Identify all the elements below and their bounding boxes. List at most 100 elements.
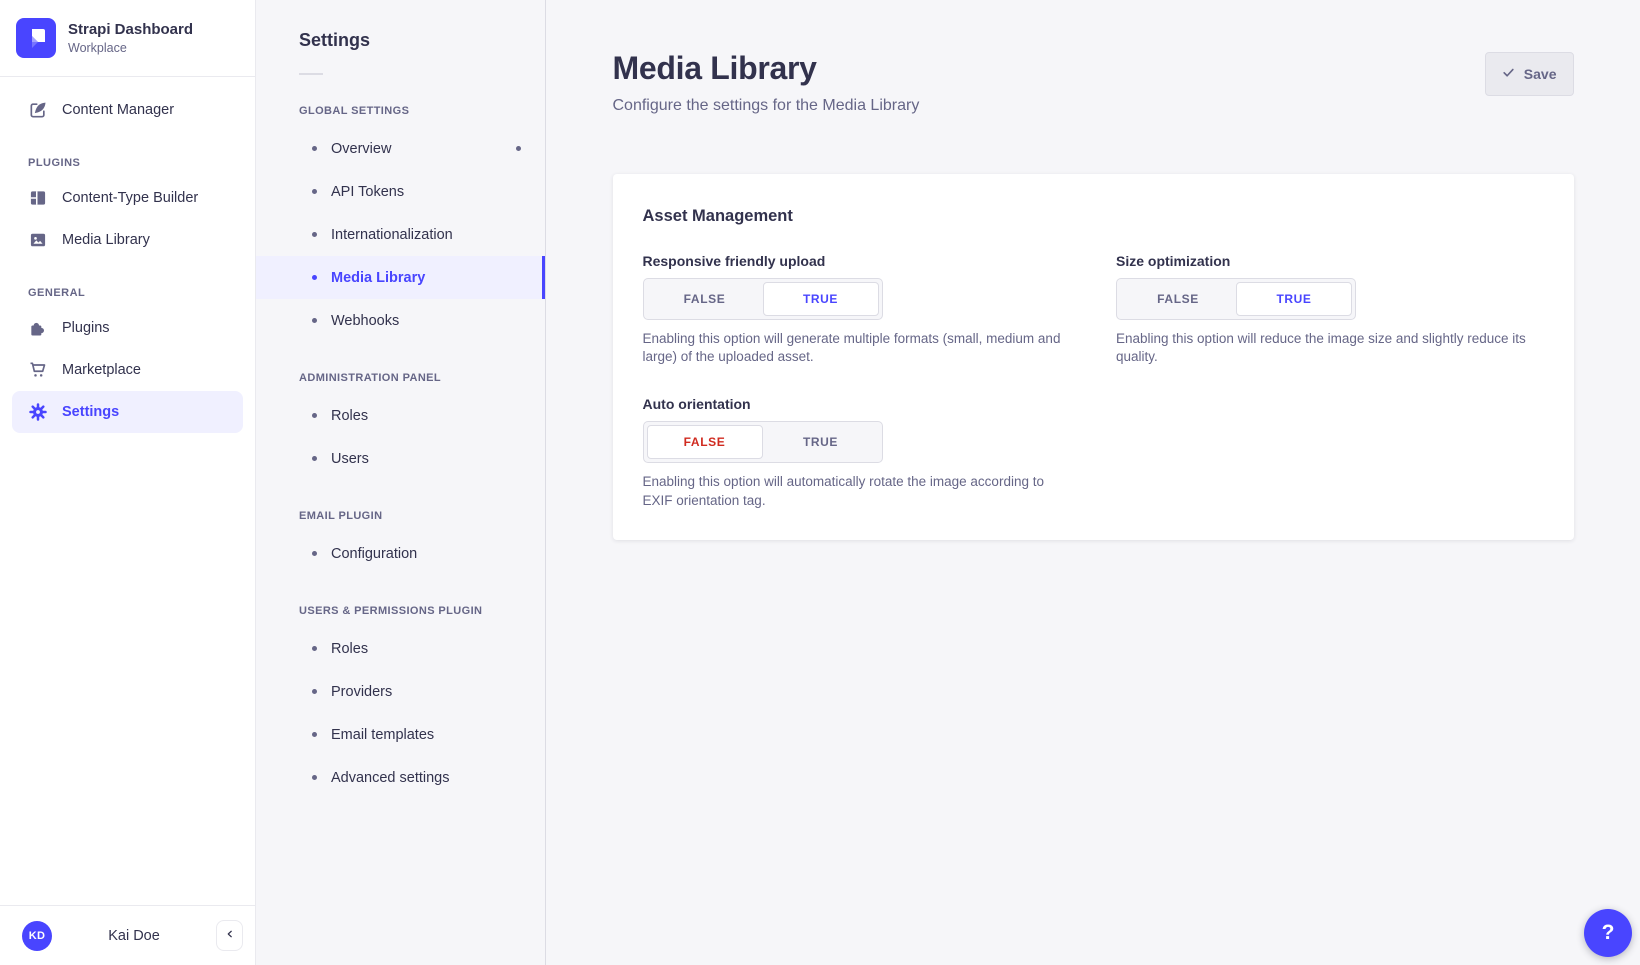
sidebar-nav: Content Manager PLUGINS Content-Type Bui… [0,77,255,905]
sidebar-item-label: Content-Type Builder [62,190,198,206]
subnav-item-label: Overview [331,141,391,157]
sidebar-item-media-library[interactable]: Media Library [0,219,255,261]
toggle-option-true[interactable]: TRUE [763,425,879,459]
sidebar-section-general: GENERAL [28,287,255,299]
subnav-item-providers[interactable]: Providers [256,670,545,713]
asset-management-panel: Asset Management Responsive friendly upl… [613,174,1574,540]
sidebar-item-label: Content Manager [62,102,174,118]
subnav-section-email-plugin: EMAIL PLUGIN [299,510,521,522]
field-hint: Enabling this option will reduce the ima… [1116,330,1536,366]
toggle-option-true[interactable]: TRUE [1236,282,1352,316]
sidebar-item-content-manager[interactable]: Content Manager [0,89,255,131]
question-mark-icon: ? [1602,921,1615,945]
bullet-icon [312,318,317,323]
field-label: Size optimization [1116,253,1544,269]
subnav-item-users[interactable]: Users [256,437,545,480]
cart-icon [28,360,48,380]
subnav-list-administration-panel: Roles Users [256,394,545,480]
subnav-item-internationalization[interactable]: Internationalization [256,213,545,256]
bullet-icon [312,775,317,780]
subnav-item-roles-up[interactable]: Roles [256,627,545,670]
subnav-section-users-permissions-plugin: USERS & PERMISSIONS PLUGIN [299,605,521,617]
feather-edit-icon [28,100,48,120]
panel-title: Asset Management [643,207,1544,226]
subnav-item-label: Webhooks [331,313,399,329]
subnav-item-overview[interactable]: Overview [256,127,545,170]
strapi-logo-icon [16,18,56,58]
subnav-item-label: Users [331,451,369,467]
help-button[interactable]: ? [1584,909,1632,957]
field-hint: Enabling this option will automatically … [643,473,1063,509]
avatar: KD [22,921,52,951]
subnav-item-label: Media Library [331,270,425,286]
subnav-item-media-library[interactable]: Media Library [256,256,545,299]
subnav-item-webhooks[interactable]: Webhooks [256,299,545,342]
subnav-section-global-settings: GLOBAL SETTINGS [299,105,521,117]
toggle-option-false[interactable]: FALSE [1120,282,1236,316]
subnav-item-label: Roles [331,408,368,424]
gear-icon [28,402,48,422]
subnav-item-roles-admin[interactable]: Roles [256,394,545,437]
field-hint: Enabling this option will generate multi… [643,330,1063,366]
bullet-icon [312,456,317,461]
subnav-item-api-tokens[interactable]: API Tokens [256,170,545,213]
bullet-icon [312,551,317,556]
subnav-section-administration-panel: ADMINISTRATION PANEL [299,372,521,384]
image-icon [28,230,48,250]
field-label: Responsive friendly upload [643,253,1071,269]
subnav-item-label: API Tokens [331,184,404,200]
brand-workplace: Workplace [68,41,193,55]
sidebar-item-label: Settings [62,404,119,420]
field-responsive-friendly-upload: Responsive friendly upload FALSE TRUE En… [643,253,1071,366]
subnav-title: Settings [299,30,521,51]
save-button[interactable]: Save [1485,52,1574,96]
subnav-item-label: Email templates [331,727,434,743]
settings-subnav: Settings GLOBAL SETTINGS Overview API To… [256,0,546,965]
sidebar-item-plugins[interactable]: Plugins [0,307,255,349]
subnav-header: Settings [256,0,545,75]
sidebar-item-label: Marketplace [62,362,141,378]
subnav-item-label: Providers [331,684,392,700]
toggle-option-true[interactable]: TRUE [763,282,879,316]
subnav-item-label: Configuration [331,546,417,562]
layout-icon [28,188,48,208]
bullet-icon [312,232,317,237]
page-header: Media Library Configure the settings for… [613,0,1574,115]
page-header-text: Media Library Configure the settings for… [613,50,920,115]
toggle-option-false[interactable]: FALSE [647,425,763,459]
user-row: KD Kai Doe [0,905,255,965]
subnav-list-email-plugin: Configuration [256,532,545,575]
subnav-item-email-templates[interactable]: Email templates [256,713,545,756]
toggle-size-optimization: FALSE TRUE [1116,278,1356,320]
collapse-sidebar-button[interactable] [216,920,243,951]
sidebar-section-plugins: PLUGINS [28,157,255,169]
field-size-optimization: Size optimization FALSE TRUE Enabling th… [1116,253,1544,366]
field-label: Auto orientation [643,396,1071,412]
bullet-icon [312,646,317,651]
subnav-item-label: Roles [331,641,368,657]
brand-title: Strapi Dashboard [68,21,193,40]
subnav-item-configuration[interactable]: Configuration [256,532,545,575]
subnav-item-label: Internationalization [331,227,453,243]
sidebar-item-label: Media Library [62,232,150,248]
field-auto-orientation: Auto orientation FALSE TRUE Enabling thi… [643,396,1071,509]
brand-header[interactable]: Strapi Dashboard Workplace [0,0,255,77]
page-title: Media Library [613,50,920,87]
main-content: Media Library Configure the settings for… [546,0,1640,965]
sidebar-item-label: Plugins [62,320,110,336]
bullet-icon [312,413,317,418]
sidebar-item-marketplace[interactable]: Marketplace [0,349,255,391]
toggle-option-false[interactable]: FALSE [647,282,763,316]
sidebar-item-settings[interactable]: Settings [12,391,243,433]
bullet-icon [312,275,317,280]
toggle-responsive-friendly-upload: FALSE TRUE [643,278,883,320]
subnav-list-users-permissions: Roles Providers Email templates Advanced… [256,627,545,799]
main-sidebar: Strapi Dashboard Workplace Content Manag… [0,0,256,965]
bullet-icon [312,732,317,737]
puzzle-icon [28,318,48,338]
user-name: Kai Doe [60,928,208,944]
check-icon [1502,66,1515,82]
divider [299,73,323,75]
subnav-item-advanced-settings[interactable]: Advanced settings [256,756,545,799]
sidebar-item-content-type-builder[interactable]: Content-Type Builder [0,177,255,219]
